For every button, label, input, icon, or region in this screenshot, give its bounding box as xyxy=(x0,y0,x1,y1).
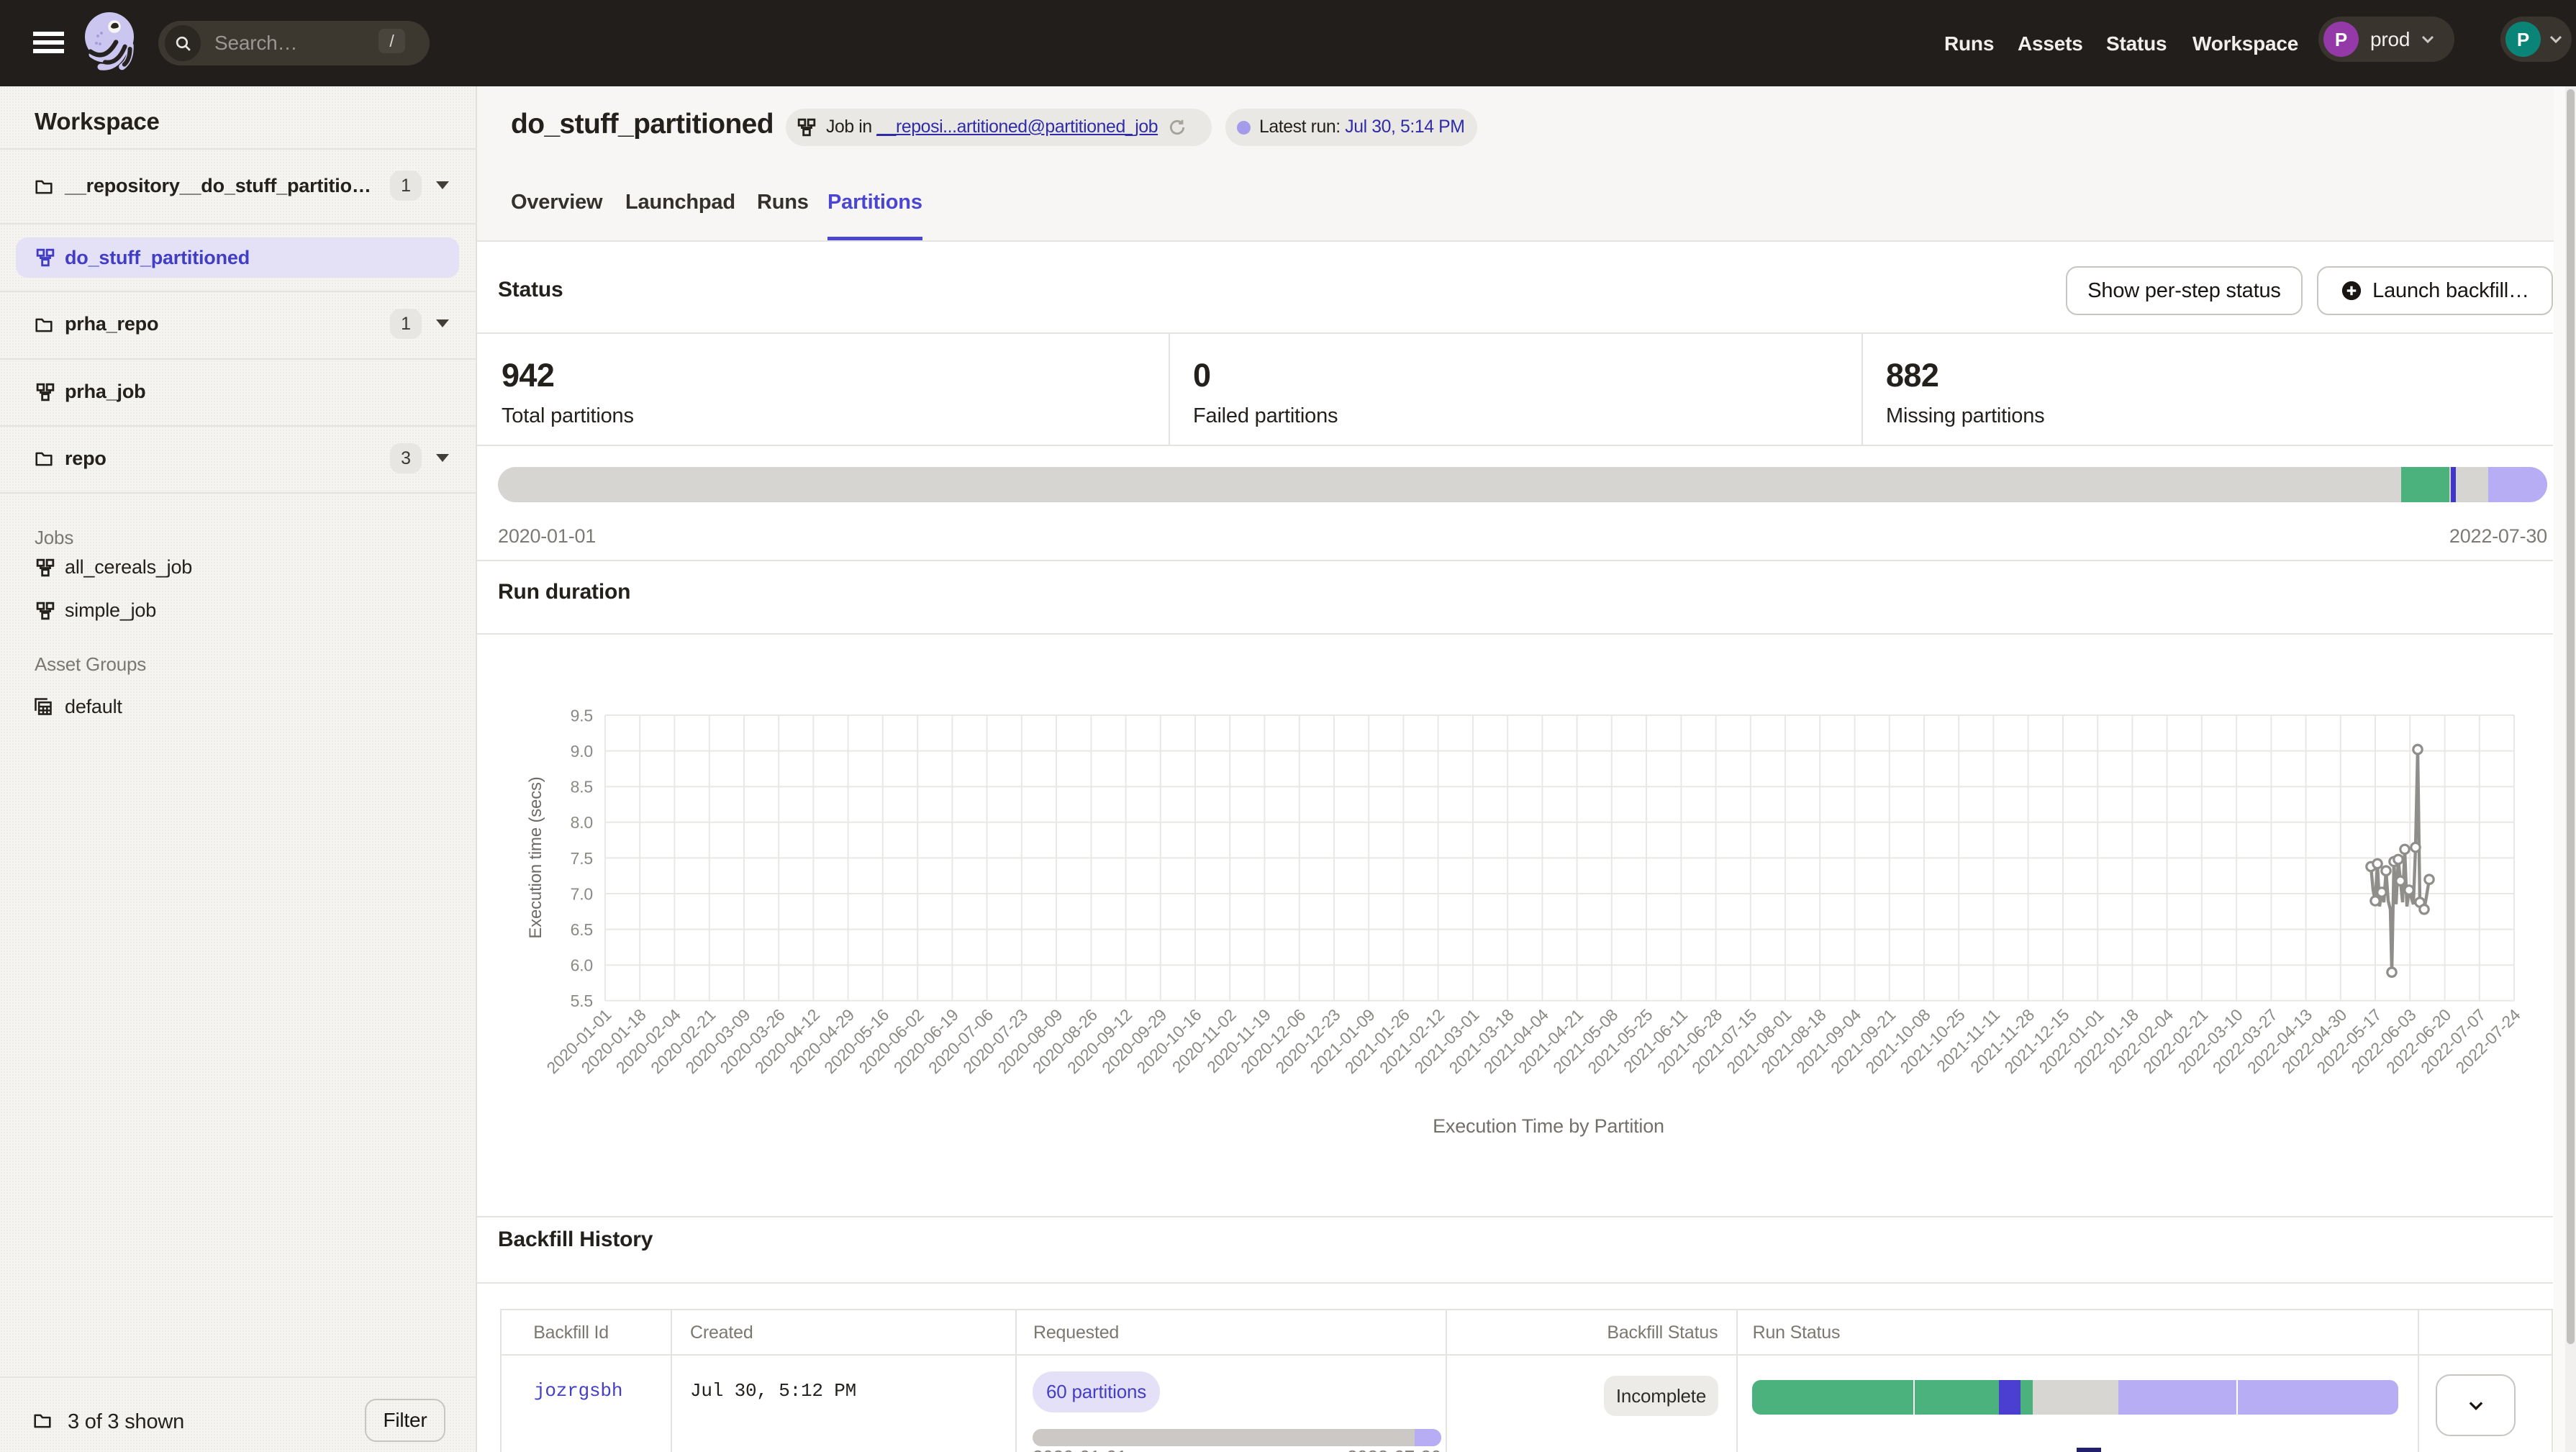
svg-text:Execution Time by Partition: Execution Time by Partition xyxy=(1433,1115,1664,1137)
svg-text:7.0: 7.0 xyxy=(571,884,593,903)
svg-text:Execution time (secs): Execution time (secs) xyxy=(526,776,545,938)
svg-text:5.5: 5.5 xyxy=(571,992,593,1010)
svg-text:8.5: 8.5 xyxy=(571,778,593,797)
svg-text:9.0: 9.0 xyxy=(571,742,593,761)
svg-text:9.5: 9.5 xyxy=(571,706,593,725)
svg-text:8.0: 8.0 xyxy=(571,813,593,832)
svg-text:7.5: 7.5 xyxy=(571,849,593,868)
svg-text:6.0: 6.0 xyxy=(571,956,593,975)
svg-text:6.5: 6.5 xyxy=(571,920,593,939)
